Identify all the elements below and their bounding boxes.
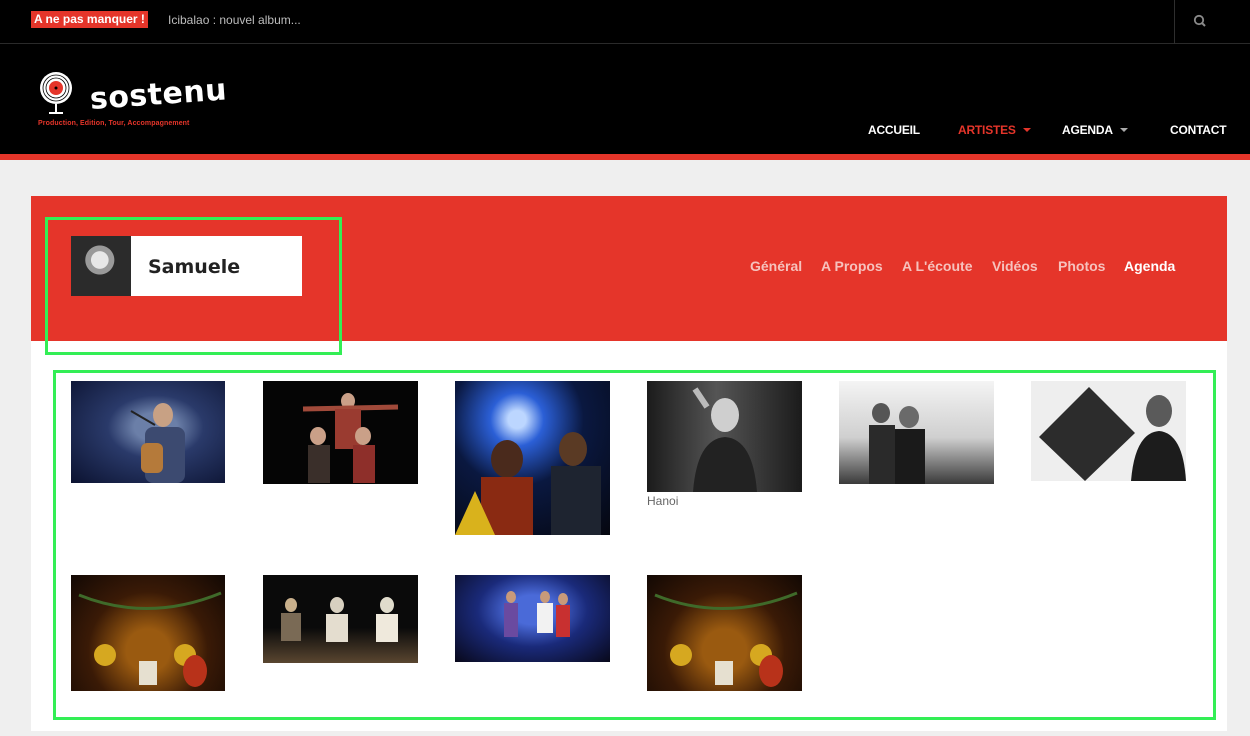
divider <box>1174 0 1175 44</box>
gallery-photo[interactable] <box>647 575 802 691</box>
artist-name: Samuele <box>148 256 241 278</box>
photo-content <box>692 387 757 492</box>
artist-avatar <box>71 236 131 296</box>
gallery-photo[interactable] <box>455 575 610 662</box>
photo-content <box>1039 387 1186 481</box>
photo-content <box>504 591 570 637</box>
tab-a-propos[interactable]: A Propos <box>821 258 883 274</box>
artist-banner: Samuele Général A Propos A L'écoute Vidé… <box>31 196 1227 341</box>
photo-gallery: Hanoi <box>31 341 1227 731</box>
artist-card[interactable]: Samuele <box>71 236 302 296</box>
ticker-label: A ne pas manquer ! <box>31 11 148 28</box>
ticker-headline[interactable]: Icibalao : nouvel album... <box>168 12 301 28</box>
vinyl-logo-icon <box>40 72 72 114</box>
tab-videos[interactable]: Vidéos <box>992 258 1038 274</box>
nav-contact[interactable]: CONTACT <box>1170 122 1227 138</box>
caret-down-icon <box>1022 128 1031 132</box>
nav-accueil[interactable]: ACCUEIL <box>868 122 920 138</box>
search-icon <box>1193 14 1206 27</box>
top-bar: A ne pas manquer ! Icibalao : nouvel alb… <box>0 0 1250 44</box>
gallery-photo[interactable] <box>263 381 418 484</box>
nav-label: ACCUEIL <box>868 123 920 137</box>
gallery-photo[interactable] <box>839 381 994 484</box>
photo-caption: Hanoi <box>647 494 679 508</box>
photo-content <box>130 403 185 483</box>
site-header: sostenu Production, Edition, Tour, Accom… <box>0 44 1250 154</box>
photo-content <box>78 591 222 687</box>
nav-label: ARTISTES <box>958 123 1016 137</box>
nav-label: AGENDA <box>1062 123 1113 137</box>
logo-wordmark: sostenu <box>88 72 229 117</box>
logo-tagline: Production, Edition, Tour, Accompagnemen… <box>38 120 190 127</box>
search-button[interactable] <box>1186 8 1214 34</box>
tab-a-l-ecoute[interactable]: A L'écoute <box>902 258 973 274</box>
photo-content <box>302 393 399 483</box>
gallery-photo[interactable] <box>647 381 802 492</box>
header-accent-line <box>0 154 1250 160</box>
gallery-photo[interactable] <box>1031 381 1186 481</box>
photo-content <box>869 403 925 484</box>
site-logo[interactable]: sostenu Production, Edition, Tour, Accom… <box>36 70 228 132</box>
nav-artistes[interactable]: ARTISTES <box>958 122 1031 138</box>
photo-content <box>455 432 601 535</box>
tab-agenda[interactable]: Agenda <box>1124 258 1175 274</box>
photo-content <box>281 597 398 642</box>
gallery-photo[interactable] <box>263 575 418 663</box>
tab-photos[interactable]: Photos <box>1058 258 1105 274</box>
gallery-photo[interactable] <box>455 381 610 535</box>
tab-general[interactable]: Général <box>750 258 802 274</box>
gallery-photo[interactable] <box>71 575 225 691</box>
caret-down-icon <box>1119 128 1128 132</box>
photo-content <box>654 591 798 687</box>
nav-agenda[interactable]: AGENDA <box>1062 122 1128 138</box>
nav-label: CONTACT <box>1170 123 1227 137</box>
gallery-photo[interactable] <box>71 381 225 483</box>
